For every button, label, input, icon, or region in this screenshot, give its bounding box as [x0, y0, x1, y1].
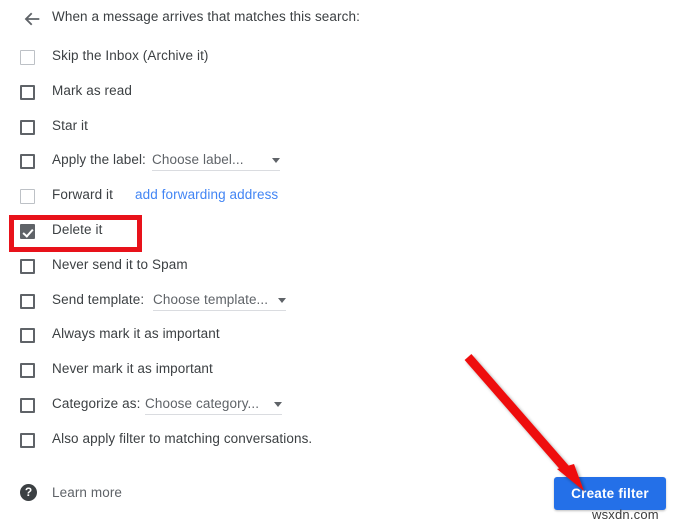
row-label: Also apply filter to matching conversati…: [52, 430, 313, 446]
gmail-filter-actions-screen: When a message arrives that matches this…: [0, 0, 680, 528]
row-label: Star it: [52, 117, 88, 133]
dropdown-selected-value: Choose template...: [153, 291, 269, 307]
checkbox-never-send-it-to-spam[interactable]: [20, 258, 35, 274]
row-label: Mark as read: [52, 82, 132, 98]
checkbox-always-mark-it-as-important[interactable]: [20, 328, 35, 344]
checkbox-apply-the-label[interactable]: [20, 154, 35, 170]
watermark-text: wsxdn.com: [592, 507, 659, 522]
row-label: Never mark it as important: [52, 361, 213, 377]
dropdown-selected-value: Choose category...: [145, 396, 260, 411]
chevron-down-icon[interactable]: [274, 402, 282, 407]
checkbox-categorize-as[interactable]: [20, 398, 35, 413]
row-label: Skip the Inbox (Archive it): [52, 48, 209, 63]
row-label: Delete it: [52, 222, 103, 237]
learn-more-link[interactable]: ? Learn more: [20, 484, 122, 501]
checkbox-also-apply-filter-to-matching-conversations[interactable]: [20, 432, 35, 448]
checkbox-delete-it[interactable]: [20, 224, 35, 239]
chevron-down-icon[interactable]: [272, 158, 280, 164]
row-label: Forward it: [52, 187, 114, 203]
dropdown-send-template[interactable]: Choose template...: [153, 292, 286, 311]
checkbox-forward-it[interactable]: [20, 189, 35, 205]
row-label: Apply the label:: [52, 152, 146, 168]
checkbox-send-template[interactable]: [20, 293, 35, 309]
chevron-down-icon[interactable]: [278, 297, 286, 303]
row-label: Never send it to Spam: [52, 256, 188, 272]
row-label: Send template:: [52, 291, 145, 307]
dropdown-apply-the-label[interactable]: Choose label...: [152, 152, 280, 172]
checkbox-star-it[interactable]: [20, 119, 35, 135]
dropdown-categorize-as[interactable]: Choose category...: [145, 396, 282, 415]
screen-header: When a message arrives that matches this…: [0, 0, 680, 36]
checkbox-mark-as-read[interactable]: [20, 84, 35, 100]
create-filter-button[interactable]: Create filter: [554, 477, 666, 510]
checkbox-never-mark-it-as-important[interactable]: [20, 363, 35, 379]
back-arrow-icon[interactable]: [20, 7, 44, 31]
help-question-icon: ?: [20, 484, 37, 501]
add-forwarding-address-link[interactable]: add forwarding address: [135, 187, 278, 202]
checkbox-skip-the-inbox-archive-it[interactable]: [20, 50, 35, 65]
learn-more-label: Learn more: [52, 485, 123, 500]
page-title: When a message arrives that matches this…: [52, 9, 360, 24]
dropdown-selected-value: Choose label...: [152, 152, 244, 168]
row-label: Categorize as:: [52, 396, 141, 411]
row-label: Always mark it as important: [52, 326, 220, 342]
